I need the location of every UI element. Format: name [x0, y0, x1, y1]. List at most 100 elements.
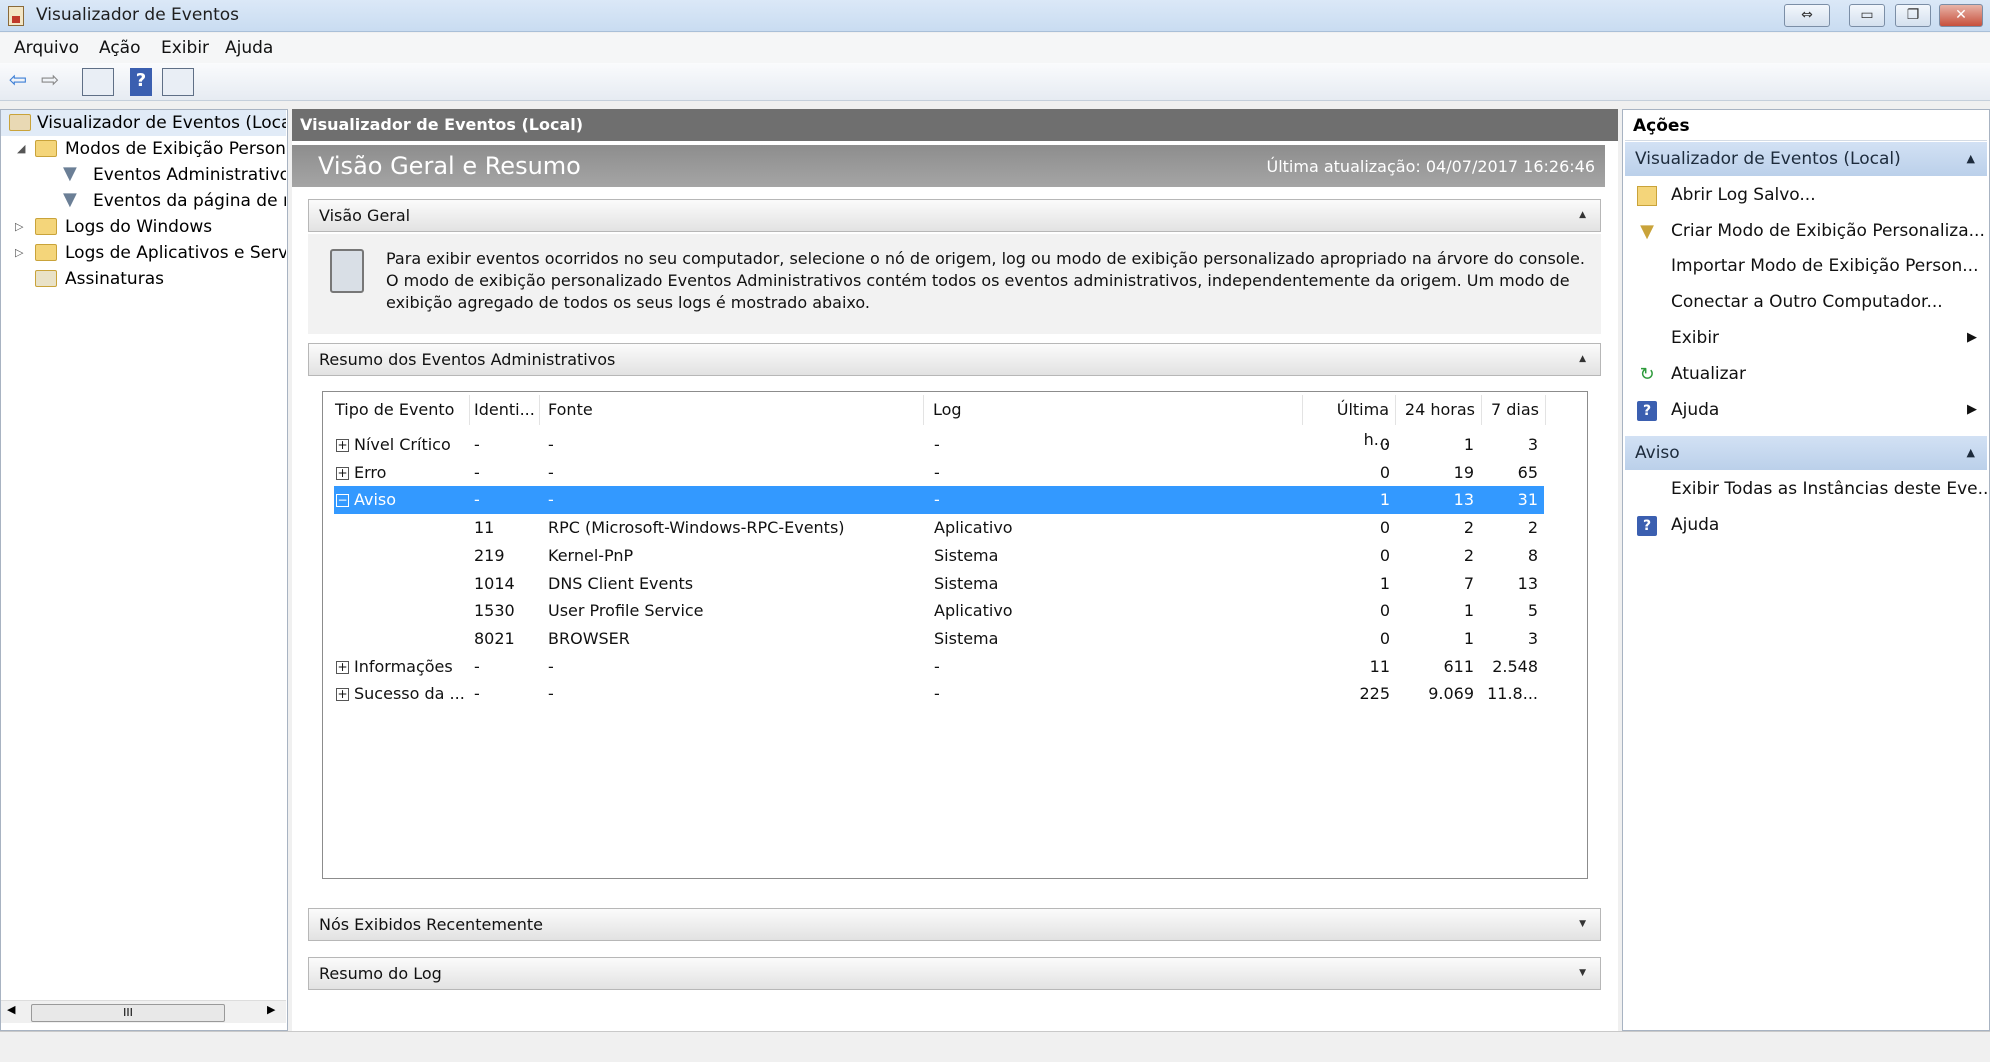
- table-row[interactable]: + Sucesso da ... - - -225 9.069 11.8...: [334, 680, 1544, 708]
- column-header-24-hours[interactable]: 24 horas: [1398, 395, 1482, 425]
- section-overview[interactable]: Visão Geral ▲: [308, 199, 1601, 232]
- column-header-7-days[interactable]: 7 dias: [1484, 395, 1546, 425]
- window-title: Visualizador de Eventos: [36, 5, 240, 25]
- back-arrow-icon[interactable]: ⇦: [4, 68, 32, 96]
- expand-icon[interactable]: +: [336, 688, 349, 701]
- expand-icon[interactable]: ▷: [15, 240, 25, 266]
- cell-source: -: [548, 657, 554, 676]
- cell-log: -: [934, 657, 940, 676]
- folder-icon: [35, 218, 57, 235]
- section-admin-summary[interactable]: Resumo dos Eventos Administrativos ▲: [308, 343, 1601, 376]
- cell-7-days: 3: [1527, 435, 1538, 454]
- collapse-icon[interactable]: −: [336, 494, 349, 507]
- cell-7-days: 3: [1527, 629, 1538, 648]
- cell-7-days: 65: [1517, 463, 1538, 482]
- tree-node-page-events[interactable]: ▼ Eventos da página de res: [1, 188, 286, 214]
- tree-node-label: Eventos Administrativos: [93, 165, 286, 185]
- overview-description: Para exibir eventos ocorridos no seu com…: [386, 249, 1585, 312]
- cell-last-hour: 0: [1379, 629, 1390, 648]
- scroll-right-icon[interactable]: ▶: [267, 1003, 275, 1016]
- cell-id: -: [474, 463, 480, 482]
- action-show-all-instances[interactable]: Exibir Todas as Instâncias deste Eve...: [1625, 471, 1987, 507]
- expand-icon[interactable]: +: [336, 661, 349, 674]
- cell-id: 8021: [474, 629, 515, 648]
- show-hide-action-pane-icon[interactable]: [162, 68, 194, 96]
- action-connect-computer[interactable]: Conectar a Outro Computador...: [1625, 284, 1987, 320]
- action-group-warning[interactable]: Aviso ▲: [1625, 436, 1987, 470]
- scroll-thumb[interactable]: III: [31, 1004, 225, 1022]
- action-label: Ajuda: [1671, 400, 1720, 420]
- action-label: Criar Modo de Exibição Personaliza...: [1671, 221, 1985, 241]
- table-row[interactable]: 219 Kernel-PnP Sistema 0 2 8: [334, 542, 1544, 570]
- action-help-warning[interactable]: ? Ajuda: [1625, 507, 1987, 543]
- filter-icon: ▼: [63, 189, 77, 210]
- cell-24-hours: 7: [1463, 574, 1474, 593]
- minimize-button[interactable]: ▭: [1849, 4, 1885, 27]
- cell-source: -: [548, 463, 554, 482]
- cell-last-hour: 0: [1379, 546, 1390, 565]
- column-header-event-type[interactable]: Tipo de Evento: [331, 395, 470, 425]
- table-row[interactable]: 8021 BROWSER Sistema 0 1 3: [334, 625, 1544, 653]
- action-group-event-viewer[interactable]: Visualizador de Eventos (Local) ▲: [1625, 142, 1987, 176]
- tree-node-app-logs[interactable]: ▷ Logs de Aplicativos e Serviço: [1, 240, 286, 266]
- collapse-icon[interactable]: ▲: [1967, 142, 1975, 176]
- section-log-summary[interactable]: Resumo do Log ▼: [308, 957, 1601, 990]
- collapse-icon[interactable]: ◢: [17, 136, 27, 162]
- column-header-log[interactable]: Log: [929, 395, 1303, 425]
- expand-icon[interactable]: +: [336, 467, 349, 480]
- table-row[interactable]: + Erro - - - 0 19 65: [334, 459, 1544, 487]
- table-row[interactable]: 11 RPC (Microsoft-Windows-RPC-Events) Apli…: [334, 514, 1544, 542]
- cell-id: 1014: [474, 574, 515, 593]
- action-help[interactable]: ? Ajuda ▶: [1625, 392, 1987, 428]
- table-row[interactable]: 1530 User Profile Service Aplicativo 0 1 5: [334, 597, 1544, 625]
- menu-acao[interactable]: Ação: [99, 38, 141, 58]
- expand-arrow-icon[interactable]: ▼: [1579, 958, 1586, 989]
- close-button[interactable]: ✕: [1939, 4, 1983, 27]
- action-label: Exibir: [1671, 328, 1720, 348]
- action-label: Abrir Log Salvo...: [1671, 185, 1816, 205]
- expand-icon[interactable]: ▷: [15, 214, 25, 240]
- tree-node-custom-views[interactable]: ◢ Modos de Exibição Personali: [1, 136, 286, 162]
- action-create-custom-view[interactable]: ▼ Criar Modo de Exibição Personaliza...: [1625, 213, 1987, 249]
- section-title: Nós Exibidos Recentemente: [319, 915, 543, 934]
- collapse-arrow-icon[interactable]: ▲: [1579, 200, 1586, 231]
- help-icon[interactable]: ?: [130, 68, 152, 96]
- maximize-button[interactable]: ❐: [1895, 4, 1931, 27]
- expand-arrow-icon[interactable]: ▼: [1579, 909, 1586, 940]
- tree-node-subscriptions[interactable]: Assinaturas: [1, 266, 286, 292]
- tree-node-admin-events[interactable]: ▼ Eventos Administrativos: [1, 162, 286, 188]
- action-refresh[interactable]: ↻ Atualizar: [1625, 356, 1987, 392]
- table-row[interactable]: − Aviso - - - 1 13 31: [334, 486, 1544, 514]
- section-recent-nodes[interactable]: Nós Exibidos Recentemente ▼: [308, 908, 1601, 941]
- expand-icon[interactable]: +: [336, 439, 349, 452]
- column-header-last-hour[interactable]: Última h...: [1306, 395, 1396, 449]
- table-row[interactable]: + Nível Crítico - - - 0 1 3: [334, 431, 1544, 459]
- column-header-source[interactable]: Fonte: [544, 395, 924, 425]
- cell-last-hour: 0: [1379, 601, 1390, 620]
- cell-7-days: 2.548: [1492, 657, 1538, 676]
- restore-layout-button[interactable]: ⇔: [1784, 4, 1830, 27]
- table-row[interactable]: + Informações - - - 11 611 2.548: [334, 653, 1544, 681]
- scroll-left-icon[interactable]: ◀: [7, 1003, 15, 1016]
- column-header-id[interactable]: Identi...: [470, 395, 540, 425]
- cell-24-hours: 2: [1463, 546, 1474, 565]
- forward-arrow-icon[interactable]: ⇨: [36, 68, 64, 96]
- subscriptions-icon: [35, 270, 57, 287]
- tree-node-windows-logs[interactable]: ▷ Logs do Windows: [1, 214, 286, 240]
- cell-id: 219: [474, 546, 505, 565]
- collapse-icon[interactable]: ▲: [1967, 436, 1975, 470]
- cell-id: -: [474, 684, 480, 703]
- collapse-arrow-icon[interactable]: ▲: [1579, 344, 1586, 375]
- menu-exibir[interactable]: Exibir: [161, 38, 209, 58]
- menu-ajuda[interactable]: Ajuda: [225, 38, 273, 58]
- cell-24-hours: 19: [1453, 463, 1474, 482]
- action-open-saved-log[interactable]: Abrir Log Salvo...: [1625, 177, 1987, 213]
- action-view[interactable]: Exibir ▶: [1625, 320, 1987, 356]
- show-hide-tree-icon[interactable]: [82, 68, 114, 96]
- cell-id: -: [474, 657, 480, 676]
- table-row[interactable]: 1014 DNS Client Events Sistema 1 7 13: [334, 570, 1544, 598]
- tree-horizontal-scrollbar[interactable]: ◀ III ▶: [1, 1000, 286, 1023]
- tree-node-root[interactable]: Visualizador de Eventos (Local): [1, 110, 286, 136]
- action-import-custom-view[interactable]: Importar Modo de Exibição Person...: [1625, 248, 1987, 284]
- menu-arquivo[interactable]: Arquivo: [14, 38, 79, 58]
